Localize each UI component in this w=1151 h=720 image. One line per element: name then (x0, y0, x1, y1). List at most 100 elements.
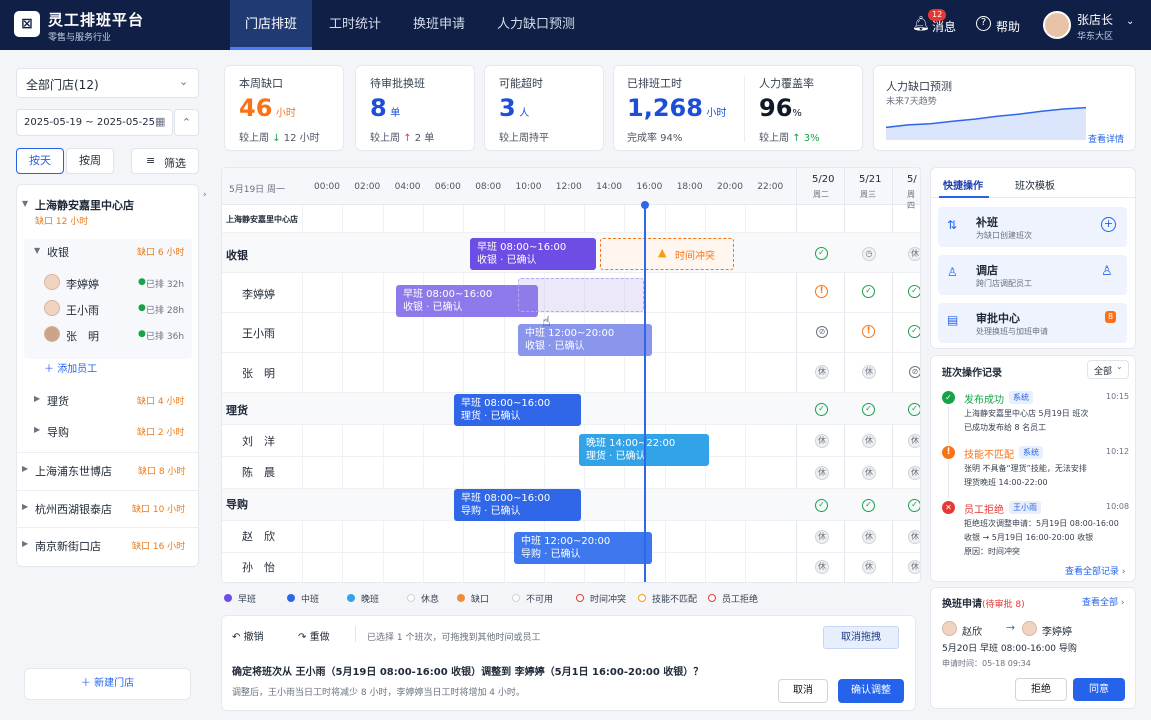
staff-hours: 已排 28h (146, 306, 185, 316)
add-staff-button[interactable]: ＋ 添加员工 (44, 360, 134, 375)
store-item-jingan[interactable]: ▼ 上海静安嘉里中心店 缺口 12 小时 (22, 197, 192, 229)
tab-quick-actions[interactable]: 快捷操作 (943, 177, 983, 192)
shift-status: 收银 · 已确认 (403, 302, 463, 313)
staff-name: 李婷婷 (66, 278, 99, 291)
check-icon: ✓ (815, 247, 828, 260)
tab-gap-forecast[interactable]: 人力缺口预测 (484, 0, 588, 50)
redo-button[interactable]: ↷ 重做 (298, 628, 330, 643)
approve-button[interactable]: 同意 (1073, 678, 1125, 701)
shift-block[interactable]: 中班 12:00~20:00 收银 · 已确认 (518, 324, 652, 356)
cancel-drag-button[interactable]: 取消拖拽 (823, 626, 899, 649)
drop-target-ghost[interactable] (518, 278, 644, 312)
current-time-dot (641, 201, 649, 209)
store-name: 南京新街口店 (35, 540, 101, 553)
log-text: 原因：时间冲突 (964, 547, 1020, 556)
stat-card-hours-coverage: 已排班工时 1,268 小时 完成率 94% 人力覆盖率 96% 较上周 ↑ 3… (613, 65, 863, 151)
add-user-icon: ♙ (1101, 264, 1113, 279)
view-by-week-button[interactable]: 按周 (66, 148, 114, 174)
stat-number: 96 (759, 94, 793, 122)
shift-time: 早班 08:00~16:00 (461, 493, 551, 504)
date-range-picker[interactable]: 2025-05-19 ~ 2025-05-25 ▦ (16, 109, 173, 136)
staff-item-zhang[interactable]: 张 明 ● 已排 36h (44, 326, 186, 344)
tab-underline (939, 196, 989, 198)
user-avatar[interactable] (1043, 11, 1071, 39)
rest-icon: 休 (908, 466, 920, 480)
store-item-pudong[interactable]: ▶ 上海浦东世博店 缺口 8 小时 (22, 463, 192, 479)
view-all-logs-link[interactable]: 查看全部记录 › (1065, 564, 1126, 577)
group-item-sales[interactable]: ▶ 导购 缺口 2 小时 (34, 424, 186, 440)
expand-arrow-icon[interactable]: › (203, 190, 207, 200)
warning-icon: ▲ (658, 246, 667, 259)
shift-status: 收银 · 已确认 (477, 255, 537, 266)
stat-compare: 较上周持平 (499, 133, 549, 144)
forecast-sparkline (886, 106, 1086, 140)
app-subtitle: 零售与服务行业 (48, 33, 112, 43)
row-label: 张 明 (242, 367, 275, 380)
hour-label: 12:00 (555, 182, 582, 192)
messages-button[interactable]: 🔔︎ 12 消息 (912, 9, 958, 36)
shift-block[interactable]: 中班 12:00~20:00 导购 · 已确认 (514, 532, 652, 564)
legend-label: 技能不匹配 (652, 595, 698, 605)
stat-label: 本周缺口 (239, 77, 283, 90)
legend-swatch (576, 594, 584, 602)
swap-shift-info: 5月20日 早班 08:00-16:00 导购 (942, 644, 1077, 654)
rest-icon: 休 (815, 530, 829, 544)
action-transfer-store[interactable]: ♙ 调店 跨门店调配员工 ♙ (938, 255, 1127, 295)
reject-button[interactable]: 拒绝 (1015, 678, 1067, 701)
user-region: 华东大区 (1077, 32, 1114, 42)
legend-label: 缺口 (471, 595, 490, 605)
legend-swatch (457, 594, 465, 602)
tab-swap-requests[interactable]: 换班申请 (398, 0, 480, 50)
store-select[interactable]: 全部门店(12) ⌄ (16, 68, 199, 98)
hour-label: 18:00 (676, 182, 703, 192)
shift-time: 早班 08:00~16:00 (403, 289, 493, 300)
row-label: 孙 怡 (242, 561, 275, 574)
stat-number: 3 (499, 94, 516, 122)
forecast-title: 人力缺口预测 (886, 80, 952, 93)
redo-label: 重做 (309, 632, 330, 643)
view-all-logs-label: 查看全部记录 (1065, 567, 1120, 577)
confirm-adjust-button[interactable]: 确认调整 (838, 679, 904, 703)
action-approval-center[interactable]: ▤ 审批中心 处理换班与加班申请 8 (938, 303, 1127, 343)
group-item-cashier[interactable]: ▼ 收银 缺口 6 小时 (34, 244, 186, 260)
divider (16, 490, 199, 491)
row-label: 王小雨 (242, 327, 275, 340)
tab-hours-stats[interactable]: 工时统计 (314, 0, 396, 50)
action-fill-shift[interactable]: ⇅ 补班 为缺口创建班次 + (938, 207, 1127, 247)
staff-item-li[interactable]: 李婷婷 ● 已排 32h (44, 274, 186, 292)
cancel-button[interactable]: 取消 (778, 679, 828, 703)
help-button[interactable]: ? 帮助 (976, 16, 1022, 36)
action-title: 调店 (976, 264, 998, 277)
new-store-button[interactable]: ＋ 新建门店 (24, 668, 191, 700)
view-details-link[interactable]: 查看详情 (1088, 132, 1124, 145)
hour-label: 22:00 (757, 182, 784, 192)
shift-block[interactable]: 早班 08:00~16:00 理货 · 已确认 (454, 394, 581, 426)
shift-time: 早班 08:00~16:00 (477, 242, 567, 253)
log-text: 拒绝班次调整申请：5月19日 08:00-16:00 (964, 519, 1119, 528)
stat-value: 8 单 (370, 94, 400, 122)
shift-block[interactable]: 早班 08:00~16:00 收银 · 已确认 (470, 238, 596, 270)
staff-item-wang[interactable]: 王小雨 ● 已排 28h (44, 300, 186, 318)
view-by-day-button[interactable]: 按天 (16, 148, 64, 174)
group-item-stock[interactable]: ▶ 理货 缺口 4 小时 (34, 393, 186, 409)
tab-shift-templates[interactable]: 班次模板 (1015, 177, 1055, 192)
tab-store-schedule[interactable]: 门店排班 (230, 0, 312, 50)
chevron-down-icon[interactable]: ⌄ (1126, 16, 1134, 27)
avatar (44, 274, 60, 290)
undo-button[interactable]: ↶ 撤销 (232, 628, 264, 643)
collapse-date-button[interactable]: ⌃ (174, 109, 199, 136)
shift-block[interactable]: 早班 08:00~16:00 导购 · 已确认 (454, 489, 581, 521)
shift-block-dragging[interactable]: 早班 08:00~16:00 收银 · 已确认 (396, 285, 538, 317)
shift-status: 导购 · 已确认 (461, 506, 521, 517)
avatar (942, 621, 957, 636)
confirm-detail: 调整后，王小雨当日工时将减少 8 小时，李婷婷当日工时将增加 4 小时。 (232, 688, 525, 698)
swap-request-panel: 换班申请(待审批 8) 查看全部 › 赵欣 → 李婷婷 5月20日 早班 08:… (930, 587, 1136, 709)
view-all-swaps-link[interactable]: 查看全部 › (1082, 595, 1125, 608)
filter-label: 筛选 (164, 157, 186, 170)
stat-card-gap: 本周缺口 46 小时 较上周 ↓ 12 小时 (224, 65, 344, 151)
log-filter-select[interactable]: 全部 ⌄ (1087, 360, 1129, 379)
filter-button[interactable]: ≡ 筛选 (131, 148, 199, 174)
stat-label: 可能超时 (499, 77, 543, 90)
store-item-nanjing[interactable]: ▶ 南京新街口店 缺口 16 小时 (22, 538, 192, 554)
store-item-hangzhou[interactable]: ▶ 杭州西湖银泰店 缺口 10 小时 (22, 501, 192, 517)
